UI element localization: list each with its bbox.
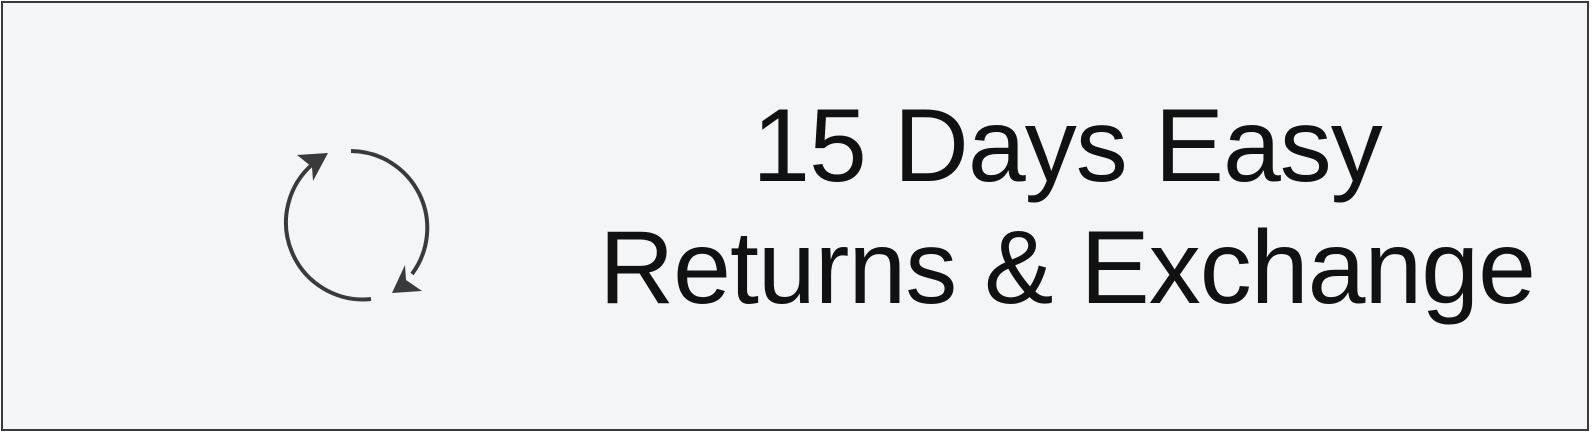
refresh-cycle-icon: [265, 133, 455, 323]
promo-line-1: 15 Days Easy: [752, 88, 1383, 204]
promo-headline: 15 Days Easy Returns & Exchange: [597, 85, 1537, 329]
returns-banner: 15 Days Easy Returns & Exchange: [1, 1, 1589, 431]
promo-line-2: Returns & Exchange: [599, 210, 1536, 326]
